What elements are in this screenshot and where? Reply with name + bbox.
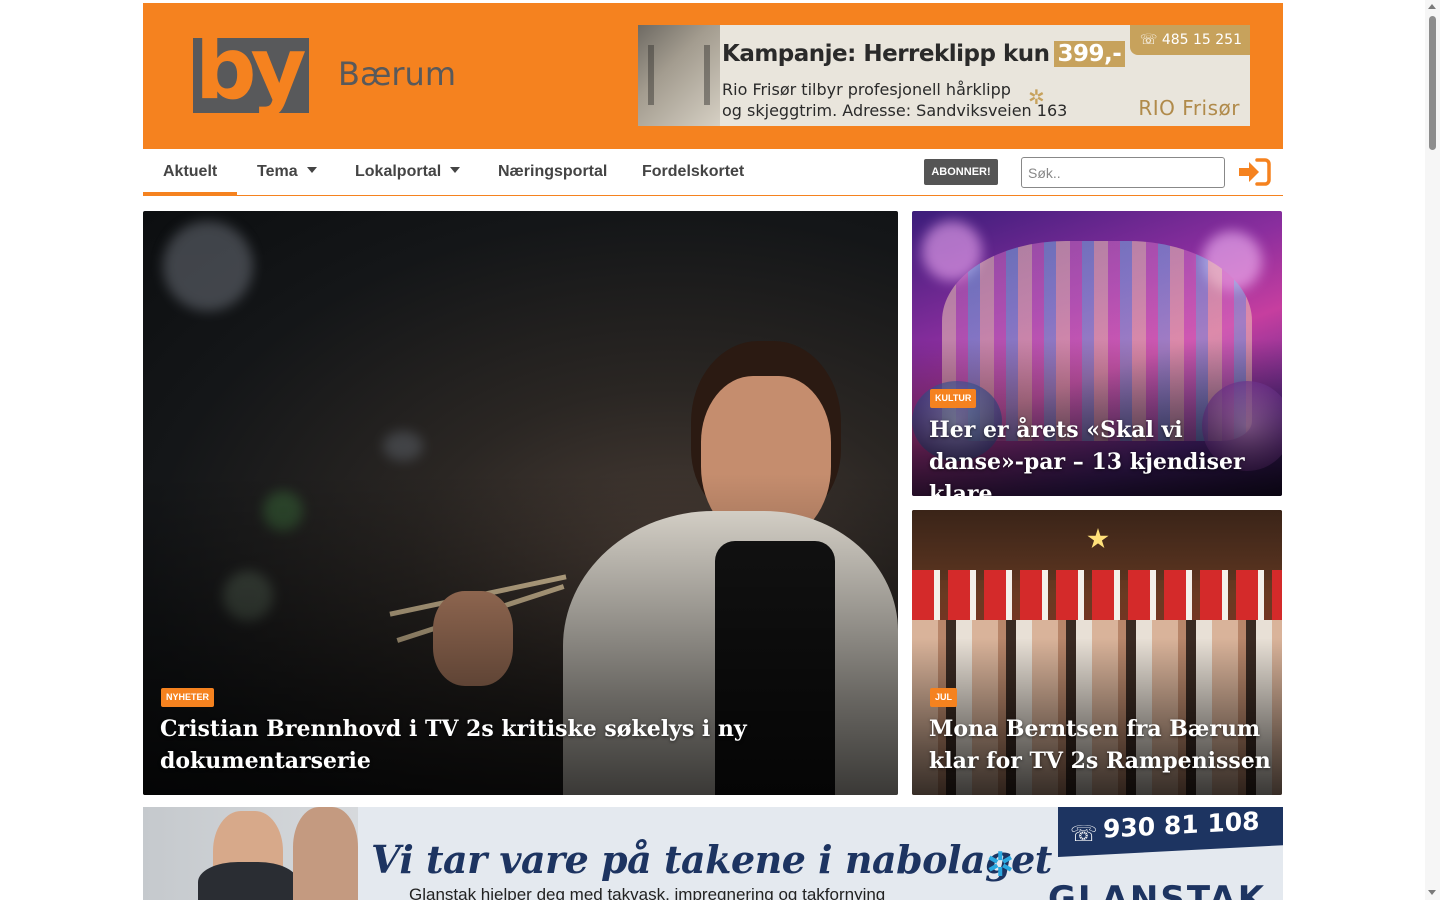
- ad-headline-text: Kampanje: Herreklipp kun: [722, 41, 1050, 67]
- page-scrollbar[interactable]: [1425, 0, 1440, 900]
- ad-phone-number: 485 15 251: [1161, 32, 1242, 48]
- photo-bokeh: [163, 221, 253, 311]
- nav-item-label: Aktuelt: [163, 163, 218, 180]
- ad-phone: ☏ 485 15 251: [1129, 25, 1250, 55]
- nav-item-tema[interactable]: Tema: [237, 149, 337, 195]
- cursor-click-icon: ✲: [986, 846, 1015, 884]
- ad-headline: Kampanje: Herreklipp kun 399,-: [722, 41, 1126, 67]
- ad-headline: Vi tar vare på takene i nabolaget: [371, 837, 1052, 882]
- nav-item-label: Tema: [257, 163, 298, 180]
- article-card[interactable]: JUL Mona Berntsen fra Bærum klar for TV …: [912, 510, 1282, 795]
- article-card[interactable]: KULTUR Her er årets «Skal vi danse»-par …: [912, 211, 1282, 496]
- nav-item-aktuelt[interactable]: Aktuelt: [143, 149, 238, 195]
- ad-roofers-photo: [143, 807, 358, 900]
- nav-item-fordelskortet[interactable]: Fordelskortet: [622, 149, 764, 195]
- scroll-down-arrow-icon[interactable]: [1428, 890, 1436, 895]
- ad-salon-photo: [638, 25, 720, 126]
- caret-down-icon: [306, 166, 317, 173]
- nav-item-label: Fordelskortet: [642, 163, 745, 180]
- article-headline[interactable]: Her er årets «Skal vi danse»-par – 13 kj…: [929, 414, 1274, 496]
- nav-item-label: Lokalportal: [355, 163, 442, 180]
- site-name[interactable]: Bærum: [338, 55, 456, 93]
- search-input[interactable]: [1021, 157, 1225, 188]
- article-card-featured[interactable]: NYHETER Cristian Brennhovd i TV 2s kriti…: [143, 211, 898, 795]
- login-icon[interactable]: [1237, 157, 1271, 187]
- subscribe-button[interactable]: ABONNER!: [924, 159, 998, 185]
- site-header: by Bærum Kampanje: Herreklipp kun 399,- R…: [143, 3, 1283, 149]
- phone-icon: ☏: [1139, 32, 1162, 48]
- article-headline[interactable]: Mona Berntsen fra Bærum klar for TV 2s R…: [929, 713, 1274, 777]
- scroll-up-arrow-icon[interactable]: [1428, 4, 1436, 9]
- ad-description-line2: og skjeggtrim. Adresse: Sandviksveien 16…: [722, 101, 1068, 120]
- category-badge[interactable]: NYHETER: [161, 688, 215, 707]
- ad-phone-number: 930 81 108: [1103, 807, 1260, 844]
- cursor-click-icon: ✲: [1028, 87, 1045, 109]
- nav-item-naeringsportal[interactable]: Næringsportal: [478, 149, 627, 195]
- main-nav: Aktuelt Tema Lokalportal Næringsportal F…: [143, 149, 1283, 196]
- article-headline[interactable]: Cristian Brennhovd i TV 2s kritiske søke…: [160, 713, 780, 777]
- phone-icon: ☏: [1070, 821, 1098, 846]
- ad-subline: Glanstak hjelper deg med takvask, impreg…: [409, 885, 886, 900]
- photo-person: [293, 807, 358, 900]
- scrollbar-thumb[interactable]: [1429, 16, 1436, 150]
- logo-text: by: [195, 38, 307, 113]
- nav-item-lokalportal[interactable]: Lokalportal: [335, 149, 480, 195]
- site-logo[interactable]: by: [193, 38, 309, 113]
- ad-brand: GLANSTAK: [1048, 879, 1267, 900]
- header-ad-banner[interactable]: Kampanje: Herreklipp kun 399,- Rio Frisør…: [638, 25, 1250, 126]
- nav-item-label: Næringsportal: [498, 163, 608, 180]
- photo-person-shirt: [198, 862, 298, 900]
- ad-price: 399,-: [1053, 41, 1126, 67]
- category-badge[interactable]: KULTUR: [930, 389, 977, 408]
- ad-description-line1: Rio Frisør tilbyr profesjonell hårklipp: [722, 80, 1011, 99]
- bottom-ad-banner[interactable]: Vi tar vare på takene i nabolaget Glanst…: [143, 807, 1283, 900]
- caret-down-icon: [450, 166, 461, 173]
- photo-bokeh: [383, 431, 423, 461]
- ad-brand: RIO Frisør: [1138, 96, 1240, 120]
- category-badge[interactable]: JUL: [930, 688, 958, 707]
